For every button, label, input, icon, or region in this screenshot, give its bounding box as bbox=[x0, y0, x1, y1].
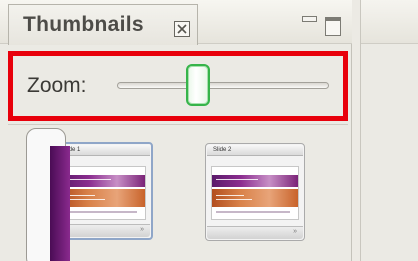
minimize-icon[interactable] bbox=[302, 16, 317, 22]
slide-title-band bbox=[212, 175, 298, 187]
zoom-slider-track[interactable] bbox=[117, 82, 329, 89]
thumbnail-header: Slide 1 bbox=[56, 145, 150, 156]
slide-rule bbox=[65, 211, 137, 213]
slide-thumbnail-2[interactable]: Slide 2 » bbox=[205, 143, 305, 241]
editor-slide-band bbox=[50, 146, 70, 261]
divider bbox=[8, 124, 348, 125]
slide-preview bbox=[60, 166, 146, 220]
editor-tabline bbox=[361, 0, 418, 44]
slide-title-band bbox=[61, 175, 145, 187]
close-icon[interactable] bbox=[174, 21, 190, 37]
tab-label: Thumbnails bbox=[23, 13, 144, 36]
slide-editor-area bbox=[360, 0, 418, 261]
zoom-label: Zoom: bbox=[27, 74, 87, 97]
thumbnail-title: Slide 2 bbox=[213, 147, 232, 153]
thumbnail-header: Slide 2 bbox=[207, 145, 303, 156]
thumbnail-footer: » bbox=[207, 226, 303, 239]
zoom-slider-thumb[interactable] bbox=[186, 64, 210, 106]
zoom-control-highlight: Zoom: bbox=[8, 51, 348, 121]
maximize-icon[interactable] bbox=[325, 17, 341, 36]
expand-icon[interactable]: » bbox=[140, 226, 144, 233]
slide-content-band bbox=[61, 189, 145, 207]
slide-rule bbox=[216, 211, 290, 213]
slide-preview bbox=[211, 166, 299, 220]
panel-titlebar: Thumbnails bbox=[0, 0, 352, 45]
tab-thumbnails[interactable]: Thumbnails bbox=[8, 4, 198, 45]
slide-content-band bbox=[212, 189, 298, 207]
expand-icon[interactable]: » bbox=[293, 228, 297, 235]
thumbnail-footer: » bbox=[56, 224, 150, 237]
